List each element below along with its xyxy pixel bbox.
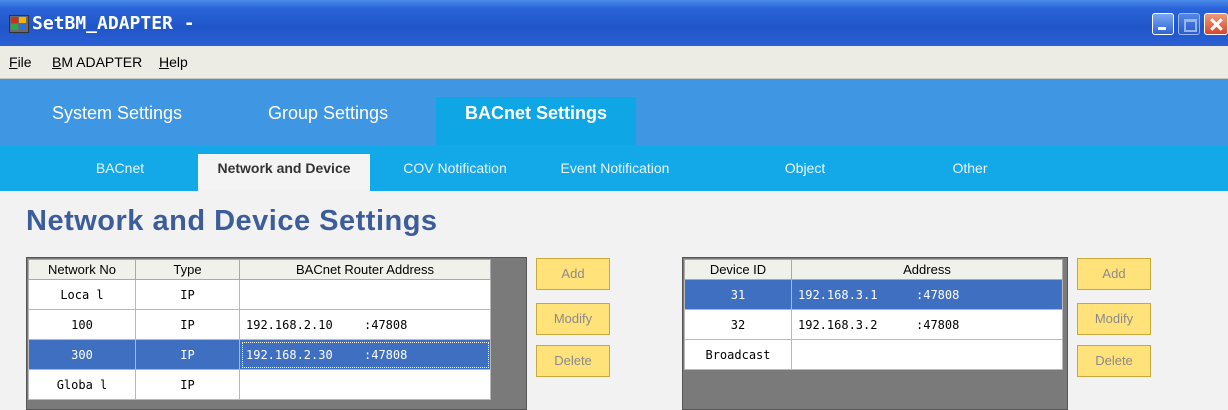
network-delete-button[interactable]: Delete <box>536 345 610 377</box>
cell-network-no[interactable]: Globa l <box>28 369 136 400</box>
cell-device-id[interactable]: 32 <box>684 309 792 340</box>
table-row-selected[interactable]: 300 IP 192.168.2.30 :47808 <box>28 339 491 370</box>
network-table-grid: Network No Type BACnet Router Address Lo… <box>28 259 491 400</box>
tab-group-settings[interactable]: Group Settings <box>248 97 408 145</box>
address-ip: 192.168.2.30 <box>246 347 333 362</box>
address-ip: 192.168.3.1 <box>798 287 878 302</box>
window-title: SetBM_ADAPTER - <box>32 13 195 34</box>
table-row[interactable]: 100 IP 192.168.2.10 :47808 <box>28 309 491 340</box>
sub-tab-strip: BACnet Network and Device COV Notificati… <box>0 145 1228 192</box>
subtab-cov-notification[interactable]: COV Notification <box>383 154 527 191</box>
subtab-object[interactable]: Object <box>740 154 870 191</box>
address-ip: 192.168.3.2 <box>798 317 878 332</box>
subtab-bacnet[interactable]: BACnet <box>60 154 180 191</box>
page-title: Network and Device Settings <box>26 205 438 237</box>
device-delete-button[interactable]: Delete <box>1077 345 1151 377</box>
table-header-row: Network No Type BACnet Router Address <box>28 259 491 280</box>
close-button[interactable] <box>1204 13 1228 35</box>
cell-address[interactable] <box>791 339 1063 370</box>
address-port: :47808 <box>916 287 960 302</box>
menu-help[interactable]: Help <box>159 54 188 70</box>
menu-bm-adapter[interactable]: BM ADAPTER <box>52 54 142 70</box>
cell-router-address[interactable]: 192.168.2.10 :47808 <box>239 309 491 340</box>
cell-network-no[interactable]: 300 <box>28 339 136 370</box>
column-header-address[interactable]: Address <box>791 259 1063 280</box>
cell-address[interactable]: 192.168.3.1 :47808 <box>791 279 1063 310</box>
tab-system-settings[interactable]: System Settings <box>32 97 202 145</box>
maximize-button[interactable] <box>1178 13 1200 35</box>
table-row[interactable]: Broadcast <box>684 339 1063 370</box>
cell-address[interactable]: 192.168.3.2 :47808 <box>791 309 1063 340</box>
address-port: :47808 <box>364 347 408 362</box>
network-modify-button[interactable]: Modify <box>536 303 610 335</box>
subtab-event-notification[interactable]: Event Notification <box>530 154 700 191</box>
cell-device-id[interactable]: Broadcast <box>684 339 792 370</box>
subtab-network-and-device[interactable]: Network and Device <box>198 154 370 191</box>
address-port: :47808 <box>916 317 960 332</box>
cell-type[interactable]: IP <box>135 369 240 400</box>
app-icon[interactable] <box>9 15 29 33</box>
device-table[interactable]: Device ID Address 31 192.168.3.1 :47808 3… <box>682 257 1068 410</box>
table-row[interactable]: 32 192.168.3.2 :47808 <box>684 309 1063 340</box>
device-modify-button[interactable]: Modify <box>1077 303 1151 335</box>
table-header-row: Device ID Address <box>684 259 1063 280</box>
table-row-selected[interactable]: 31 192.168.3.1 :47808 <box>684 279 1063 310</box>
column-header-network-no[interactable]: Network No <box>28 259 136 280</box>
menu-bar: File BM ADAPTER Help <box>0 46 1228 79</box>
main-tab-strip: System Settings Group Settings BACnet Se… <box>0 79 1228 145</box>
cell-router-address[interactable] <box>239 369 491 400</box>
column-header-type[interactable]: Type <box>135 259 240 280</box>
table-row[interactable]: Loca l IP <box>28 279 491 310</box>
device-table-grid: Device ID Address 31 192.168.3.1 :47808 3… <box>684 259 1063 370</box>
address-port: :47808 <box>364 317 408 332</box>
column-header-device-id[interactable]: Device ID <box>684 259 792 280</box>
device-add-button[interactable]: Add <box>1077 258 1151 290</box>
title-bar: SetBM_ADAPTER - <box>0 0 1228 46</box>
column-header-router-address[interactable]: BACnet Router Address <box>239 259 491 280</box>
cell-network-no[interactable]: 100 <box>28 309 136 340</box>
network-add-button[interactable]: Add <box>536 258 610 290</box>
cell-router-address[interactable]: 192.168.2.30 :47808 <box>239 339 491 370</box>
subtab-other[interactable]: Other <box>910 154 1030 191</box>
cell-type[interactable]: IP <box>135 339 240 370</box>
network-table[interactable]: Network No Type BACnet Router Address Lo… <box>26 257 527 410</box>
menu-file[interactable]: File <box>9 54 32 70</box>
cell-network-no[interactable]: Loca l <box>28 279 136 310</box>
cell-device-id[interactable]: 31 <box>684 279 792 310</box>
address-ip: 192.168.2.10 <box>246 317 333 332</box>
cell-type[interactable]: IP <box>135 309 240 340</box>
cell-type[interactable]: IP <box>135 279 240 310</box>
tab-bacnet-settings[interactable]: BACnet Settings <box>436 97 636 145</box>
table-row[interactable]: Globa l IP <box>28 369 491 400</box>
minimize-button[interactable] <box>1152 13 1174 35</box>
cell-router-address[interactable] <box>239 279 491 310</box>
